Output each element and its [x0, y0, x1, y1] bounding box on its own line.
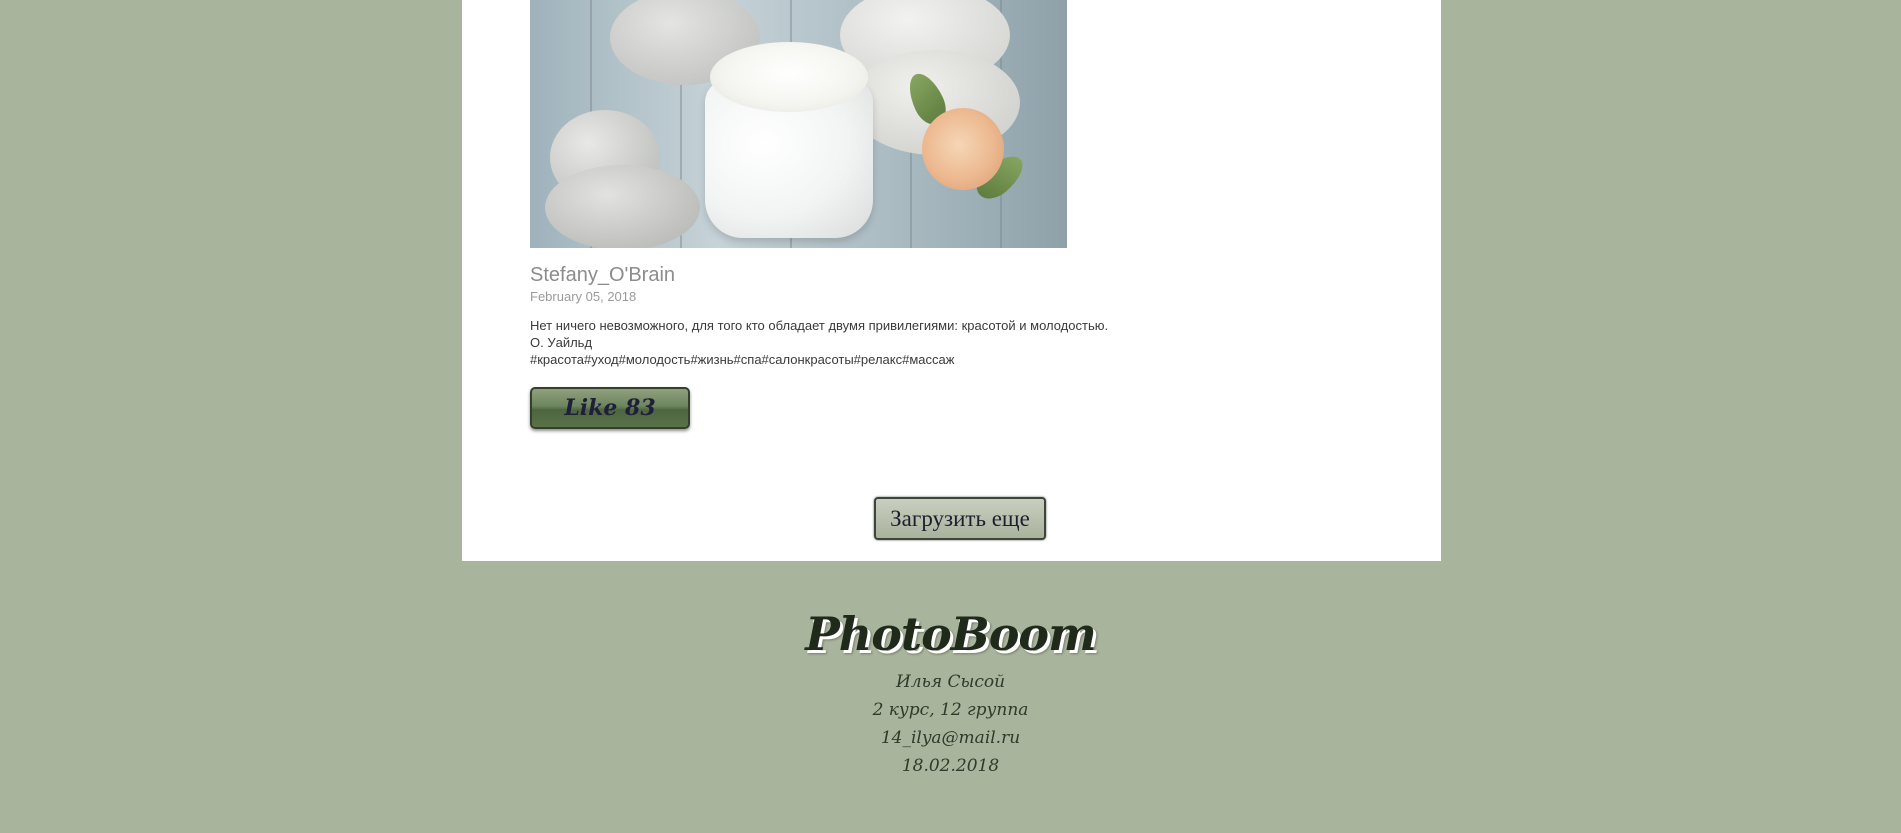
post-text-line: Нет ничего невозможного, для того кто об… [530, 318, 1109, 333]
footer-date: 18.02.2018 [901, 756, 1000, 776]
post-image-spa-cream [530, 0, 1067, 248]
post-date: February 05, 2018 [530, 289, 637, 304]
footer: PhotoBoom Илья Сысой 2 курс, 12 группа 1… [0, 600, 1901, 780]
like-button[interactable]: Like 83 [530, 387, 690, 429]
post-author[interactable]: Stefany_O'Brain [530, 264, 675, 287]
post-text: Нет ничего невозможного, для того кто об… [530, 317, 1108, 368]
footer-brand-logo: PhotoBoom [805, 607, 1097, 661]
post-hashtags[interactable]: #красота#уход#молодость#жизнь#спа#салонк… [530, 351, 1108, 368]
footer-author-name: Илья Сысой [895, 672, 1006, 692]
footer-course-group: 2 курс, 12 группа [872, 700, 1029, 720]
load-more-button[interactable]: Загрузить еще [874, 497, 1046, 540]
post-text-line: О. Уайльд [530, 335, 593, 350]
content-panel: Stefany_O'Brain February 05, 2018 Нет ни… [462, 0, 1441, 561]
footer-email[interactable]: 14_ilya@mail.ru [0, 724, 1901, 752]
